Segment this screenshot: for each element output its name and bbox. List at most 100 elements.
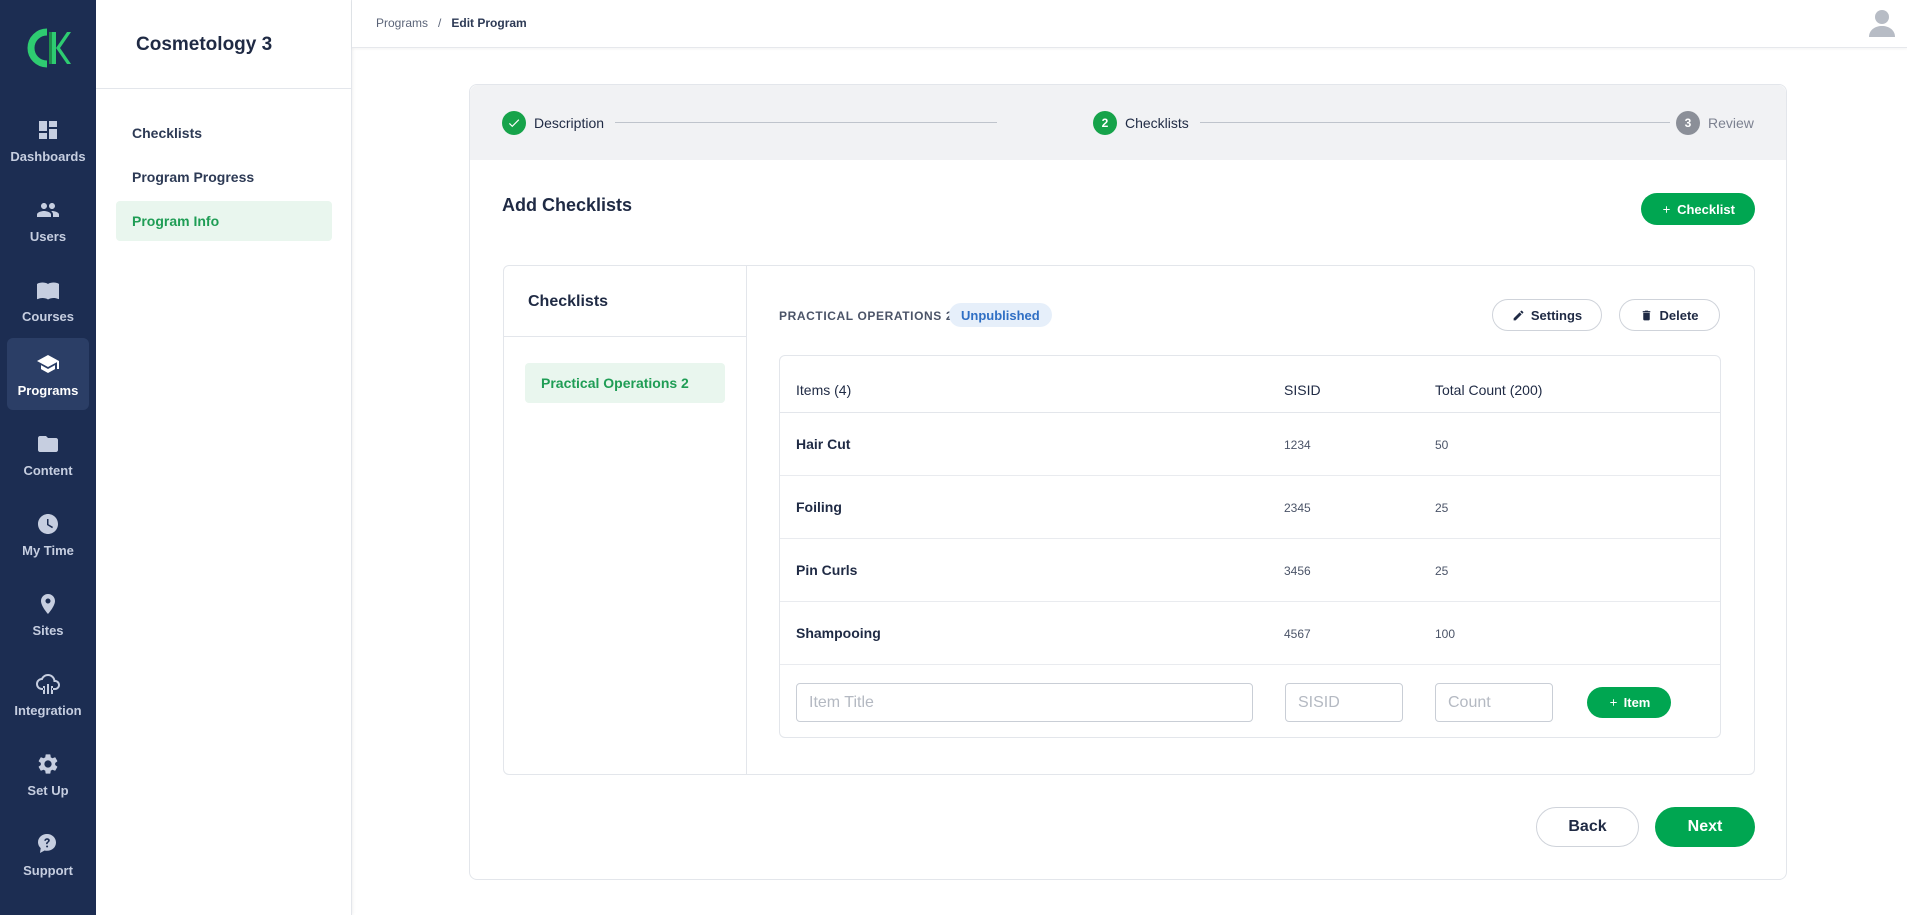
- delete-button[interactable]: Delete: [1619, 299, 1720, 331]
- settings-label: Settings: [1530, 307, 1583, 323]
- breadcrumb-separator: /: [438, 16, 442, 30]
- rail-item-label: Users: [29, 229, 67, 244]
- rail-item-label: My Time: [22, 543, 74, 558]
- gear-icon: [38, 754, 58, 774]
- step-connector: [1200, 122, 1670, 123]
- checklist-name: PRACTICAL OPERATIONS 2: [779, 309, 954, 323]
- edit-program-card: Description 2 Checklists 3 Review Add Ch…: [469, 84, 1787, 880]
- cloud-network-icon: [36, 674, 60, 694]
- back-button[interactable]: Back: [1536, 807, 1639, 847]
- panel-divider: [504, 336, 746, 337]
- settings-button[interactable]: Settings: [1492, 299, 1602, 331]
- item-count: 25: [1435, 501, 1449, 515]
- rail-item-label: Courses: [21, 309, 75, 324]
- item-count: 50: [1435, 438, 1449, 452]
- rail-item-label: Dashboards: [10, 149, 86, 164]
- step-description[interactable]: Description: [502, 111, 604, 135]
- location-pin-icon: [41, 594, 55, 614]
- rail-item-label: Content: [23, 463, 73, 478]
- checklist-item-practical-operations-2[interactable]: Practical Operations 2: [525, 363, 725, 403]
- step-label: Review: [1708, 115, 1754, 131]
- sidebar-item-checklists[interactable]: Checklists: [116, 113, 332, 153]
- pencil-icon: [1513, 310, 1524, 320]
- book-icon: [37, 282, 59, 300]
- user-avatar-icon[interactable]: [1867, 8, 1897, 38]
- rail-item-label: Support: [23, 863, 73, 878]
- breadcrumb-current: Edit Program: [451, 16, 527, 30]
- program-title: Cosmetology 3: [136, 34, 273, 55]
- section-heading: Add Checklists: [502, 195, 633, 215]
- add-checklist-label: Checklist: [1677, 201, 1735, 217]
- rail-item-users[interactable]: Users: [7, 184, 89, 256]
- folder-icon: [38, 436, 58, 452]
- step-review[interactable]: 3 Review: [1676, 111, 1754, 135]
- breadcrumb-programs[interactable]: Programs: [376, 16, 428, 30]
- users-icon: [37, 203, 59, 217]
- step-checklists[interactable]: 2 Checklists: [1093, 111, 1189, 135]
- graduation-cap-icon: [37, 355, 59, 373]
- rail-item-label: Programs: [17, 383, 79, 398]
- step-number: 3: [1676, 111, 1700, 135]
- delete-label: Delete: [1659, 307, 1699, 323]
- support-chat-icon: [38, 834, 56, 853]
- step-number: 2: [1093, 111, 1117, 135]
- sidebar-item-program-info[interactable]: Program Info: [116, 201, 332, 241]
- breadcrumb: Programs / Edit Program: [376, 16, 527, 30]
- table-row[interactable]: Hair Cut 1234 50: [780, 413, 1720, 476]
- step-label: Checklists: [1125, 115, 1189, 131]
- item-title: Hair Cut: [796, 436, 851, 452]
- step-connector: [615, 122, 997, 123]
- rail-item-support[interactable]: Support: [7, 818, 89, 890]
- item-sisid: 3456: [1284, 564, 1311, 578]
- rail-item-dashboards[interactable]: Dashboards: [7, 104, 89, 176]
- sisid-input[interactable]: [1285, 683, 1403, 722]
- status-badge: Unpublished: [949, 303, 1052, 327]
- table-row[interactable]: Foiling 2345 25: [780, 476, 1720, 539]
- add-checklist-button[interactable]: Checklist: [1641, 193, 1755, 225]
- item-sisid: 2345: [1284, 501, 1311, 515]
- sidebar-divider: [96, 88, 351, 89]
- checklist-items-table: Items (4) SISID Total Count (200) Hair C…: [779, 355, 1721, 738]
- rail-item-content[interactable]: Content: [7, 418, 89, 490]
- column-header-total-count: Total Count (200): [1435, 382, 1543, 398]
- item-title-input[interactable]: [796, 683, 1253, 722]
- column-header-items: Items (4): [796, 382, 852, 398]
- checklist-editor: Checklists Practical Operations 2 PRACTI…: [503, 265, 1755, 775]
- sidebar-item-program-progress[interactable]: Program Progress: [116, 157, 332, 197]
- item-count: 100: [1435, 627, 1456, 641]
- app-logo-icon[interactable]: [25, 28, 71, 68]
- item-sisid: 4567: [1284, 627, 1311, 641]
- checklists-panel-title: Checklists: [528, 293, 609, 310]
- check-icon: [502, 111, 526, 135]
- item-title: Pin Curls: [796, 562, 858, 578]
- add-item-label: Item: [1623, 695, 1651, 710]
- rail-item-courses[interactable]: Courses: [7, 264, 89, 336]
- plus-icon: [1663, 205, 1670, 213]
- rail-item-label: Sites: [32, 623, 64, 638]
- rail-item-integration[interactable]: Integration: [7, 658, 89, 730]
- icon-rail: Dashboards Users Courses Programs Conten…: [0, 0, 96, 915]
- plus-icon: [1609, 699, 1617, 706]
- rail-item-programs[interactable]: Programs: [7, 338, 89, 410]
- rail-item-set-up[interactable]: Set Up: [7, 738, 89, 810]
- stepper: Description 2 Checklists 3 Review: [470, 85, 1786, 160]
- count-input[interactable]: [1435, 683, 1553, 722]
- add-item-button[interactable]: Item: [1587, 687, 1671, 718]
- item-sisid: 1234: [1284, 438, 1311, 452]
- item-title: Shampooing: [796, 625, 881, 641]
- item-title: Foiling: [796, 499, 842, 515]
- column-header-sisid: SISID: [1284, 382, 1321, 398]
- rail-item-sites[interactable]: Sites: [7, 578, 89, 650]
- step-label: Description: [534, 115, 605, 131]
- program-sidebar: Cosmetology 3 Checklists Program Progres…: [96, 0, 352, 915]
- item-count: 25: [1435, 564, 1449, 578]
- rail-item-my-time[interactable]: My Time: [7, 498, 89, 570]
- table-row[interactable]: Shampooing 4567 100: [780, 602, 1720, 665]
- table-row[interactable]: Pin Curls 3456 25: [780, 539, 1720, 602]
- top-bar: Programs / Edit Program: [352, 0, 1907, 48]
- clock-icon: [38, 514, 58, 534]
- dashboard-icon: [39, 121, 57, 139]
- checklist-list-panel: Checklists Practical Operations 2: [504, 266, 747, 774]
- next-button[interactable]: Next: [1655, 807, 1755, 847]
- rail-item-label: Integration: [14, 703, 82, 718]
